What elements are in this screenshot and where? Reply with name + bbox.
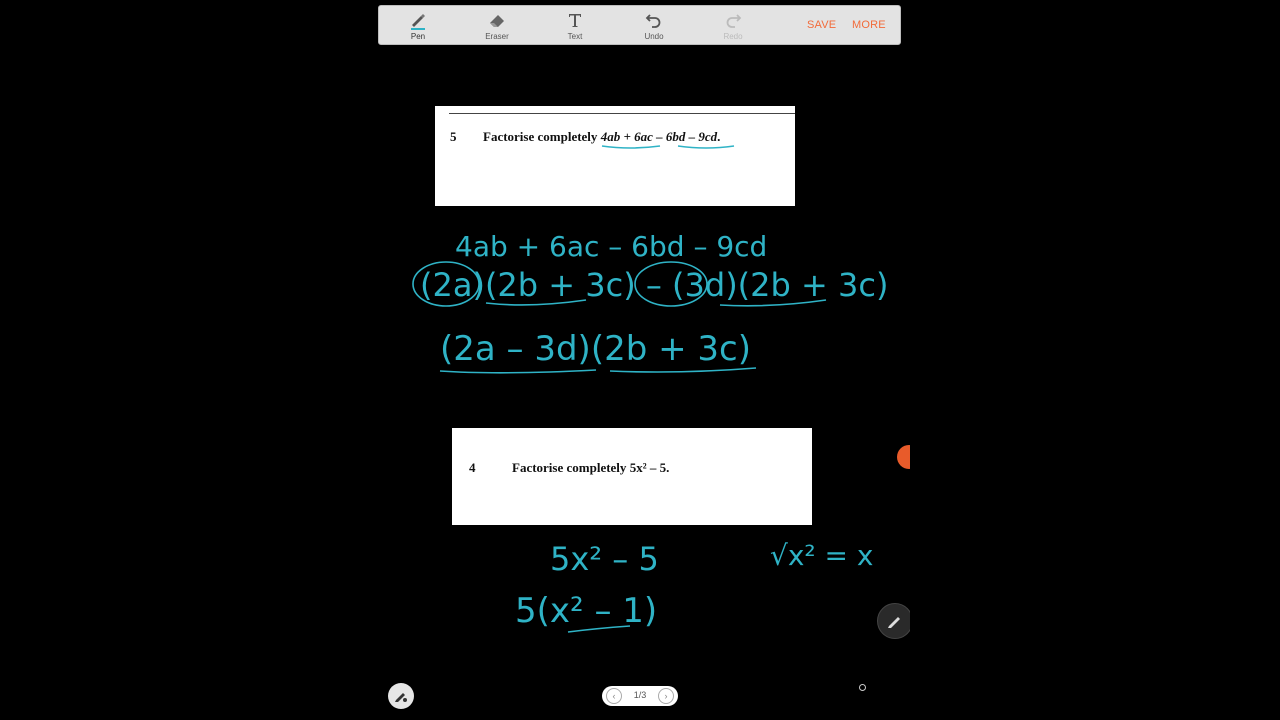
pencil-icon [886, 612, 904, 635]
page-indicator: 1/3 [633, 690, 647, 700]
hw-q5-line3: (2a – 3d)(2b + 3c) [440, 329, 751, 369]
hw-q5-line1: 4ab + 6ac – 6bd – 9cd [455, 230, 767, 263]
chevron-right-icon: › [664, 691, 668, 701]
next-page-button[interactable]: › [658, 688, 674, 704]
handwriting-layer: 4ab + 6ac – 6bd – 9cd (2a)(2b + 3c) – (3… [412, 145, 888, 633]
hw-q5-line2: (2a)(2b + 3c) – (3d)(2b + 3c) [420, 266, 888, 304]
pen-settings-icon [393, 688, 409, 709]
edge-mask [910, 440, 930, 474]
chevron-left-icon: ‹ [612, 691, 616, 701]
hw-q4-side-note: √x² = x [770, 539, 873, 572]
hw-q4-line2: 5(x² – 1) [515, 591, 657, 631]
cursor-indicator [859, 684, 866, 691]
edit-fab-button[interactable] [877, 603, 913, 639]
edge-mask [910, 598, 930, 642]
pen-settings-button[interactable] [388, 683, 414, 709]
hw-q4-line1: 5x² – 5 [550, 540, 659, 578]
previous-page-button[interactable]: ‹ [606, 688, 622, 704]
page-navigator: ‹ 1/3 › [602, 686, 678, 706]
